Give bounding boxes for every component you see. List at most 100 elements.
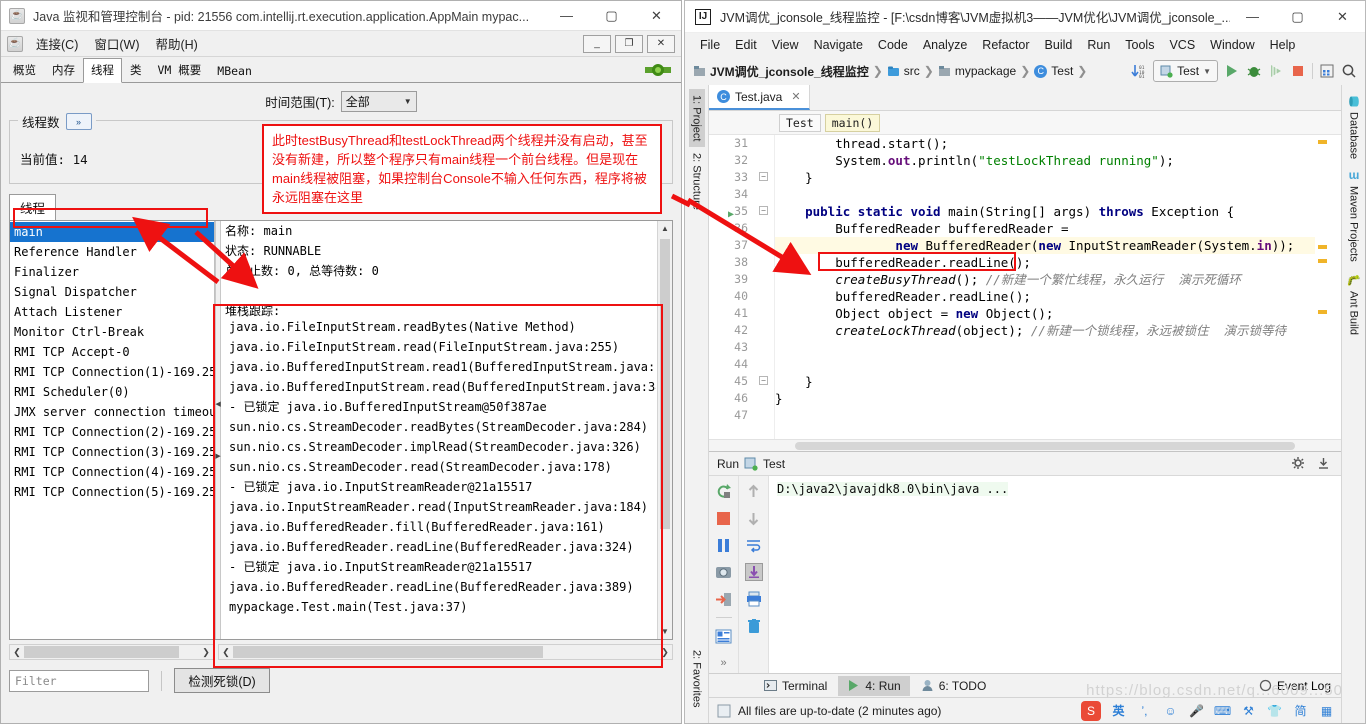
detail-hscrollbar[interactable]: ❮ ❯ (218, 644, 673, 660)
stack-trace-list[interactable]: java.io.FileInputStream.readBytes(Native… (223, 317, 656, 617)
code-content[interactable]: thread.start(); System.out.println("test… (775, 135, 1315, 439)
dump-threads-icon[interactable] (715, 563, 733, 581)
sidebar-item-favorites[interactable]: 2: Favorites (689, 644, 705, 713)
list-item[interactable]: RMI TCP Connection(1)-169.254.51. (10, 362, 214, 382)
scroll-down-icon[interactable]: ▼ (658, 624, 672, 639)
threads-tab[interactable]: 线程 (9, 194, 57, 221)
scroll-down-arrow-icon[interactable] (745, 509, 763, 527)
editor-marker-strip[interactable] (1315, 135, 1329, 439)
layout-icon[interactable] (1319, 63, 1335, 79)
fold-icon[interactable]: − (759, 206, 768, 215)
menu-grid-icon[interactable]: ▦ (1318, 702, 1335, 719)
thread-list[interactable]: main Reference Handler Finalizer Signal … (10, 221, 215, 639)
punctuation-icon[interactable]: ʼ, (1136, 702, 1153, 719)
editor-breadcrumb-method[interactable]: main() (824, 113, 881, 132)
list-item[interactable]: RMI TCP Connection(2)-169.254.51. (10, 422, 214, 442)
warning-marker[interactable] (1318, 140, 1327, 144)
tab-test-java[interactable]: C Test.java ✕ (709, 85, 810, 110)
event-log-label[interactable]: Event Log (1277, 679, 1331, 693)
maximize-button[interactable]: ▢ (1275, 2, 1320, 32)
more-actions-icon[interactable]: » (715, 654, 733, 672)
microphone-icon[interactable]: 🎤 (1188, 702, 1205, 719)
minimize-button[interactable]: — (544, 1, 589, 31)
scroll-left-icon[interactable]: ❮ (10, 647, 24, 658)
hide-icon[interactable] (1316, 456, 1331, 471)
sidebar-item-ant[interactable]: 🐛 Ant Build (1345, 268, 1362, 341)
menu-item-analyze[interactable]: Analyze (916, 36, 974, 54)
editor-horizontal-scrollbar[interactable] (709, 439, 1341, 451)
menu-item-tools[interactable]: Tools (1118, 36, 1161, 54)
menu-item-connect[interactable]: 连接(C) (29, 31, 85, 56)
tab-classes[interactable]: 类 (122, 58, 150, 82)
tab-run[interactable]: 4: Run (838, 675, 910, 696)
editor-vertical-scrollbar[interactable] (1329, 135, 1341, 439)
scroll-up-arrow-icon[interactable] (745, 482, 763, 500)
menu-item-run[interactable]: Run (1080, 36, 1117, 54)
tab-todo[interactable]: 6: TODO (912, 676, 996, 696)
scroll-up-icon[interactable]: ▲ (658, 221, 672, 236)
maximize-button[interactable]: ▢ (589, 1, 634, 31)
list-item[interactable]: Monitor Ctrl-Break (10, 322, 214, 342)
warning-marker[interactable] (1318, 259, 1327, 263)
menu-item-file[interactable]: File (693, 36, 727, 54)
menu-item-view[interactable]: View (765, 36, 806, 54)
detail-vertical-scrollbar[interactable]: ▲ ▼ (657, 221, 672, 639)
fold-icon[interactable]: − (759, 376, 768, 385)
warning-marker[interactable] (1318, 310, 1327, 314)
breadcrumb-mypackage[interactable]: mypackage (938, 64, 1016, 78)
scrollbar-thumb[interactable] (24, 646, 179, 658)
thread-list-hscrollbar[interactable]: ❮ ❯ (9, 644, 214, 660)
list-item[interactable]: main (10, 222, 214, 242)
inner-minimize-button[interactable]: _ (583, 34, 611, 53)
ime-english-icon[interactable]: 英 (1110, 702, 1127, 719)
close-button[interactable]: ✕ (634, 1, 679, 31)
toolbox-icon[interactable]: ⚒ (1240, 702, 1257, 719)
scrollbar-thumb[interactable] (660, 239, 670, 529)
delete-icon[interactable] (745, 617, 763, 635)
scroll-to-end-icon[interactable] (744, 563, 763, 581)
detect-deadlock-button[interactable]: 检测死锁(D) (174, 668, 270, 693)
sidebar-item-project[interactable]: 1: Project (688, 89, 705, 148)
run-button[interactable] (1224, 63, 1240, 79)
menu-item-help[interactable]: 帮助(H) (148, 31, 204, 56)
scrollbar-thumb[interactable] (795, 442, 1295, 450)
menu-item-window[interactable]: Window (1203, 36, 1261, 54)
tab-overview[interactable]: 概览 (5, 58, 44, 82)
list-item[interactable]: Finalizer (10, 262, 214, 282)
keyboard-icon[interactable]: ⌨ (1214, 702, 1231, 719)
scroll-left-icon[interactable]: ❮ (219, 647, 233, 658)
list-item[interactable]: JMX server connection timeout 16 (10, 402, 214, 422)
soft-wrap-icon[interactable] (745, 536, 763, 554)
emoji-icon[interactable]: ☺ (1162, 702, 1179, 719)
editor-breadcrumb-class[interactable]: Test (779, 113, 821, 132)
scroll-right-icon[interactable]: ❯ (199, 647, 213, 658)
list-item[interactable]: Reference Handler (10, 242, 214, 262)
run-with-coverage-button[interactable] (1268, 63, 1284, 79)
splitter-collapse-right-icon[interactable]: ▶ (215, 452, 220, 460)
rerun-icon[interactable] (715, 482, 733, 500)
scroll-right-icon[interactable]: ❯ (658, 647, 672, 658)
menu-item-edit[interactable]: Edit (728, 36, 764, 54)
breadcrumb-src[interactable]: src (887, 64, 920, 78)
code-editor[interactable]: 31 32 33− 34 ▶ 35− 36 37 38 39 40 41 42 4… (709, 135, 1341, 439)
simplified-chinese-icon[interactable]: 简 (1292, 702, 1309, 719)
tab-threads[interactable]: 线程 (83, 58, 122, 83)
menu-item-refactor[interactable]: Refactor (975, 36, 1036, 54)
filter-input[interactable]: Filter (9, 669, 149, 692)
breadcrumb-test-class[interactable]: C Test (1034, 64, 1073, 78)
menu-item-help[interactable]: Help (1263, 36, 1303, 54)
tab-terminal[interactable]: Terminal (755, 676, 836, 696)
sidebar-item-maven[interactable]: m Maven Projects (1345, 165, 1363, 267)
splitter-collapse-left-icon[interactable]: ◀ (215, 400, 220, 408)
pause-icon[interactable] (715, 536, 733, 554)
skin-icon[interactable]: 👕 (1266, 702, 1283, 719)
menu-item-navigate[interactable]: Navigate (807, 36, 870, 54)
debug-button[interactable] (1246, 63, 1262, 79)
close-button[interactable]: ✕ (1320, 2, 1365, 32)
run-configuration-selector[interactable]: Test ▼ (1153, 60, 1218, 82)
connection-status-icon[interactable] (645, 62, 671, 78)
sidebar-item-structure[interactable]: 2: Structure (689, 147, 705, 216)
sogou-ime-icon[interactable]: S (1081, 700, 1101, 721)
settings-list-icon[interactable] (715, 627, 733, 645)
inner-restore-button[interactable]: ❐ (615, 34, 643, 53)
